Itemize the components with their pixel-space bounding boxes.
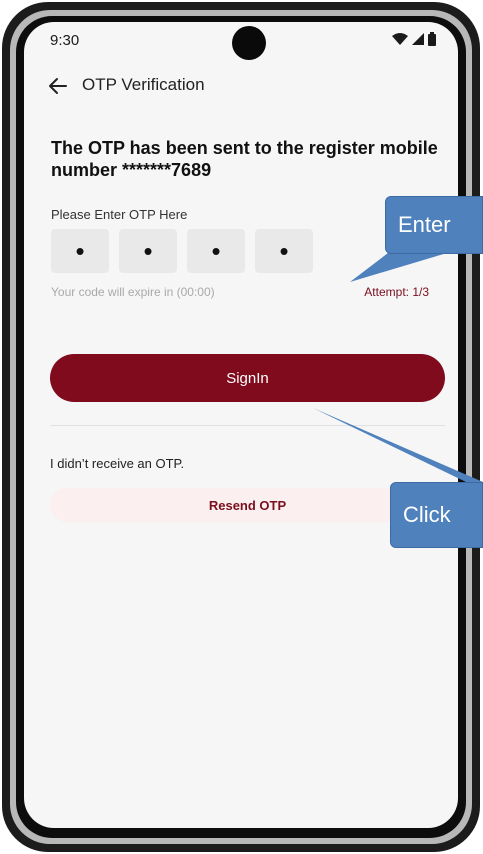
enter-callout: Enter: [385, 196, 483, 254]
expiry-timer-text: Your code will expire in (00:00): [51, 285, 215, 299]
otp-digit-3[interactable]: •: [187, 229, 245, 273]
attempt-counter: Attempt: 1/3: [364, 285, 429, 299]
arrow-left-icon[interactable]: [46, 74, 70, 98]
status-bar: 9:30: [24, 22, 458, 62]
wifi-icon: [392, 33, 408, 45]
battery-icon: [428, 32, 436, 46]
click-callout: Click: [390, 482, 483, 548]
otp-input-group: • • • •: [51, 229, 313, 273]
stage: 9:30 OTP Verification The OTP has been s…: [0, 0, 483, 854]
otp-input-label: Please Enter OTP Here: [51, 207, 188, 222]
phone-screen: 9:30 OTP Verification The OTP has been s…: [24, 22, 458, 828]
otp-digit-2[interactable]: •: [119, 229, 177, 273]
app-bar: OTP Verification: [24, 66, 458, 106]
enter-callout-text: Enter: [398, 212, 451, 237]
otp-digit-4[interactable]: •: [255, 229, 313, 273]
status-icons: [392, 32, 436, 46]
signal-icon: [412, 33, 424, 45]
status-time: 9:30: [50, 32, 80, 49]
divider: [50, 425, 445, 426]
no-otp-text: I didn’t receive an OTP.: [50, 456, 185, 471]
front-camera: [232, 26, 266, 60]
otp-sent-heading: The OTP has been sent to the register mo…: [51, 138, 438, 180]
otp-digit-1[interactable]: •: [51, 229, 109, 273]
page-title: OTP Verification: [82, 75, 205, 94]
signin-button[interactable]: SignIn: [50, 354, 445, 402]
click-callout-text: Click: [403, 502, 451, 527]
resend-otp-button[interactable]: Resend OTP: [50, 488, 445, 522]
